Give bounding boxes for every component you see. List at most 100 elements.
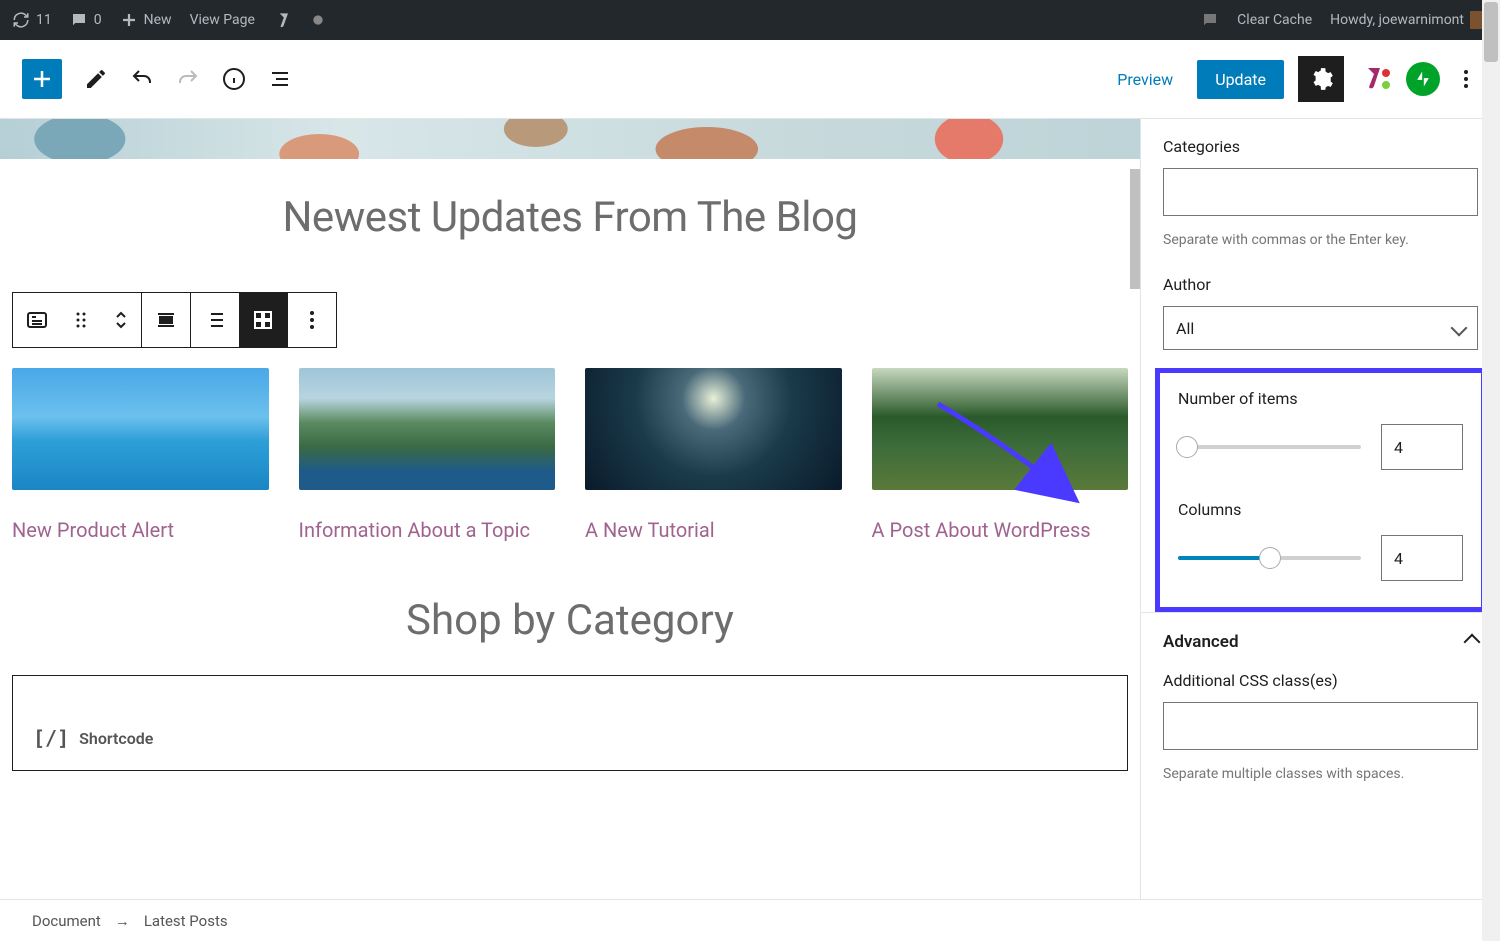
slider-thumb[interactable]	[1259, 547, 1281, 569]
chevron-up-icon	[1466, 631, 1478, 653]
shortcode-block[interactable]: [/] Shortcode	[12, 675, 1128, 771]
post-thumbnail	[872, 368, 1129, 490]
author-value: All	[1176, 319, 1194, 338]
advanced-label: Advanced	[1163, 632, 1239, 652]
post-card[interactable]: A Post About WordPress	[872, 368, 1129, 546]
author-label: Author	[1163, 275, 1478, 294]
css-classes-help: Separate multiple classes with spaces.	[1163, 764, 1478, 785]
update-button[interactable]: Update	[1197, 60, 1284, 99]
scrollbar-thumb[interactable]	[1130, 169, 1140, 289]
main-area: Newest Updates From The Blog	[0, 119, 1500, 899]
admin-bar-notifications[interactable]	[1201, 11, 1219, 29]
block-more-button[interactable]	[288, 293, 336, 347]
move-up-down[interactable]	[101, 293, 141, 347]
columns-value[interactable]: 4	[1381, 535, 1463, 581]
admin-bar-status-dot[interactable]	[311, 13, 325, 27]
list-view-icon	[203, 308, 227, 332]
align-icon	[154, 308, 178, 332]
admin-bar-view-page[interactable]: View Page	[190, 12, 255, 28]
number-of-items-control: 4	[1178, 424, 1463, 470]
slider-thumb[interactable]	[1176, 436, 1198, 458]
settings-button[interactable]	[1298, 56, 1344, 102]
drag-handle[interactable]	[61, 293, 101, 347]
categories-help: Separate with commas or the Enter key.	[1163, 230, 1478, 251]
align-button[interactable]	[142, 293, 190, 347]
post-title[interactable]: A New Tutorial	[585, 514, 842, 546]
jetpack-logo-icon	[1413, 69, 1433, 89]
editor-canvas[interactable]: Newest Updates From The Blog	[0, 119, 1140, 899]
css-classes-input[interactable]	[1163, 702, 1478, 750]
circle-icon	[311, 13, 325, 27]
breadcrumb-separator: →	[115, 912, 130, 930]
list-icon	[268, 67, 292, 91]
updates-count: 11	[36, 12, 52, 28]
admin-bar-clear-cache[interactable]: Clear Cache	[1237, 12, 1312, 28]
post-title[interactable]: Information About a Topic	[299, 514, 556, 546]
categories-input[interactable]	[1163, 168, 1478, 216]
post-card[interactable]: New Product Alert	[12, 368, 269, 546]
admin-bar-comments[interactable]: 0	[70, 11, 102, 29]
highlighted-settings: Number of items 4 Columns 4	[1155, 368, 1486, 612]
section-heading-shop: Shop by Category	[0, 596, 1140, 645]
canvas-scrollbar[interactable]	[1130, 119, 1140, 899]
admin-bar-my-account[interactable]: Howdy, joewarnimont	[1330, 11, 1488, 29]
speech-icon	[1201, 11, 1219, 29]
new-label: New	[144, 12, 172, 28]
grid-view-button[interactable]	[239, 293, 287, 347]
author-select[interactable]: All	[1163, 306, 1478, 350]
post-thumbnail	[299, 368, 556, 490]
number-of-items-label: Number of items	[1178, 389, 1463, 408]
post-title[interactable]: New Product Alert	[12, 514, 269, 546]
plus-icon	[120, 11, 138, 29]
comment-icon	[70, 11, 88, 29]
columns-control: 4	[1178, 535, 1463, 581]
grid-view-icon	[251, 308, 275, 332]
redo-icon	[176, 67, 200, 91]
admin-bar-yoast[interactable]	[273, 10, 293, 30]
categories-label: Categories	[1163, 137, 1478, 156]
scrollbar-thumb[interactable]	[1484, 2, 1498, 62]
yoast-badge-icon	[1358, 62, 1392, 96]
redo-button[interactable]	[176, 67, 200, 91]
latest-posts-grid[interactable]: New Product Alert Information About a To…	[0, 348, 1140, 586]
admin-bar-new[interactable]: New	[120, 11, 172, 29]
number-of-items-slider[interactable]	[1178, 445, 1361, 449]
refresh-icon	[12, 11, 30, 29]
columns-slider[interactable]	[1178, 556, 1361, 560]
mover-icon	[109, 308, 133, 332]
post-card[interactable]: Information About a Topic	[299, 368, 556, 546]
more-menu-button[interactable]	[1454, 67, 1478, 91]
list-view-button[interactable]	[191, 293, 239, 347]
latest-posts-icon	[25, 308, 49, 332]
yoast-button[interactable]	[1358, 62, 1392, 96]
add-block-button[interactable]	[22, 59, 62, 99]
jetpack-button[interactable]	[1406, 62, 1440, 96]
number-of-items-value[interactable]: 4	[1381, 424, 1463, 470]
pencil-icon	[84, 67, 108, 91]
block-settings-sidebar: Categories Separate with commas or the E…	[1140, 119, 1500, 899]
yoast-icon	[273, 10, 293, 30]
kebab-icon	[1454, 67, 1478, 91]
wp-admin-bar: 11 0 New View Page Clear Cache Howdy, jo…	[0, 0, 1500, 40]
advanced-panel-toggle[interactable]: Advanced	[1141, 612, 1500, 671]
page-scrollbar[interactable]	[1482, 0, 1500, 941]
edit-tool-button[interactable]	[84, 67, 108, 91]
breadcrumb-root[interactable]: Document	[32, 912, 101, 930]
kebab-icon	[300, 308, 324, 332]
comments-count: 0	[94, 12, 102, 28]
info-button[interactable]	[222, 67, 246, 91]
info-icon	[222, 67, 246, 91]
editor-header: Preview Update	[0, 40, 1500, 119]
admin-bar-updates[interactable]: 11	[12, 11, 52, 29]
undo-icon	[130, 67, 154, 91]
post-title[interactable]: A Post About WordPress	[872, 514, 1129, 546]
block-type-button[interactable]	[13, 293, 61, 347]
post-card[interactable]: A New Tutorial	[585, 368, 842, 546]
post-thumbnail	[585, 368, 842, 490]
block-toolbar	[12, 292, 337, 348]
undo-button[interactable]	[130, 67, 154, 91]
shortcode-icon: [/]	[33, 726, 69, 750]
outline-button[interactable]	[268, 67, 292, 91]
preview-link[interactable]: Preview	[1107, 62, 1183, 97]
breadcrumb-leaf[interactable]: Latest Posts	[144, 912, 228, 930]
